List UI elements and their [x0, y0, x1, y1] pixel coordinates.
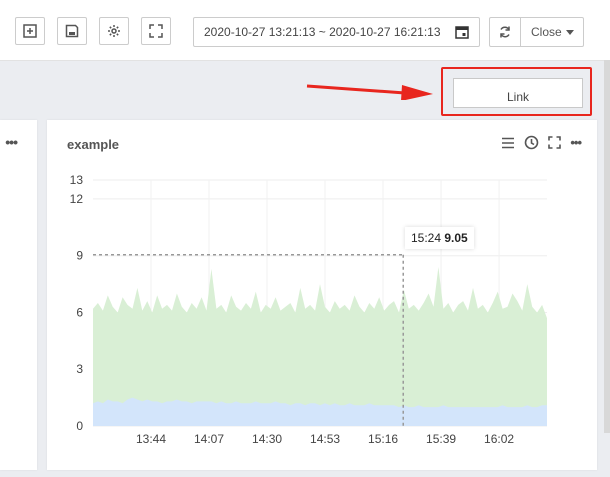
- area-series-total: [93, 267, 547, 426]
- side-panel: •••: [0, 120, 37, 470]
- close-dropdown-label: Close: [531, 25, 562, 39]
- dashboard-toolbar: 2020-10-27 13:21:13 ~ 2020-10-27 16:21:1…: [0, 0, 610, 61]
- x-tick-label: 14:30: [252, 432, 282, 446]
- y-tick-label: 3: [76, 362, 83, 376]
- y-tick-label: 13: [70, 173, 84, 187]
- x-tick-label: 15:39: [426, 432, 456, 446]
- chart-panel: example ••• 0 3 6 9 12 13 13:44 14:07 14:30 14:53…: [47, 120, 597, 470]
- scrollbar[interactable]: [604, 60, 610, 433]
- refresh-button[interactable]: [489, 17, 521, 47]
- chevron-down-icon: [566, 30, 574, 35]
- x-tick-label: 14:53: [310, 432, 340, 446]
- x-tick-label: 15:16: [368, 432, 398, 446]
- add-panel-button[interactable]: [15, 17, 45, 45]
- chart-tooltip: 15:24 9.05: [405, 227, 474, 249]
- save-icon: [65, 24, 79, 38]
- settings-button[interactable]: [99, 17, 129, 45]
- fullscreen-button[interactable]: [141, 17, 171, 45]
- y-tick-label: 9: [76, 249, 83, 263]
- refresh-icon: [500, 26, 510, 38]
- y-tick-label: 6: [76, 305, 83, 319]
- y-tick-label: 0: [76, 419, 83, 433]
- save-button[interactable]: [57, 17, 87, 45]
- close-dropdown[interactable]: Close: [520, 17, 584, 47]
- fullscreen-icon: [149, 24, 163, 38]
- time-range-picker[interactable]: 2020-10-27 13:21:13 ~ 2020-10-27 16:21:1…: [193, 17, 480, 47]
- tooltip-value: 9.05: [444, 231, 468, 245]
- link-button[interactable]: Link: [453, 78, 583, 108]
- time-range-text: 2020-10-27 13:21:13 ~ 2020-10-27 16:21:1…: [204, 25, 441, 39]
- x-tick-label: 14:07: [194, 432, 224, 446]
- red-arrow-annotation: [306, 84, 433, 100]
- more-icon[interactable]: •••: [5, 134, 18, 150]
- gear-icon: [108, 25, 120, 37]
- calendar-icon: [455, 26, 469, 39]
- x-tick-label: 16:02: [484, 432, 514, 446]
- area-chart: 0 3 6 9 12 13 13:44 14:07 14:30 14:53 15:16 15:39 16…: [70, 173, 547, 446]
- y-tick-label: 12: [70, 192, 84, 206]
- add-panel-icon: [23, 24, 37, 38]
- x-tick-label: 13:44: [136, 432, 166, 446]
- tooltip-time: 15:24: [411, 231, 442, 245]
